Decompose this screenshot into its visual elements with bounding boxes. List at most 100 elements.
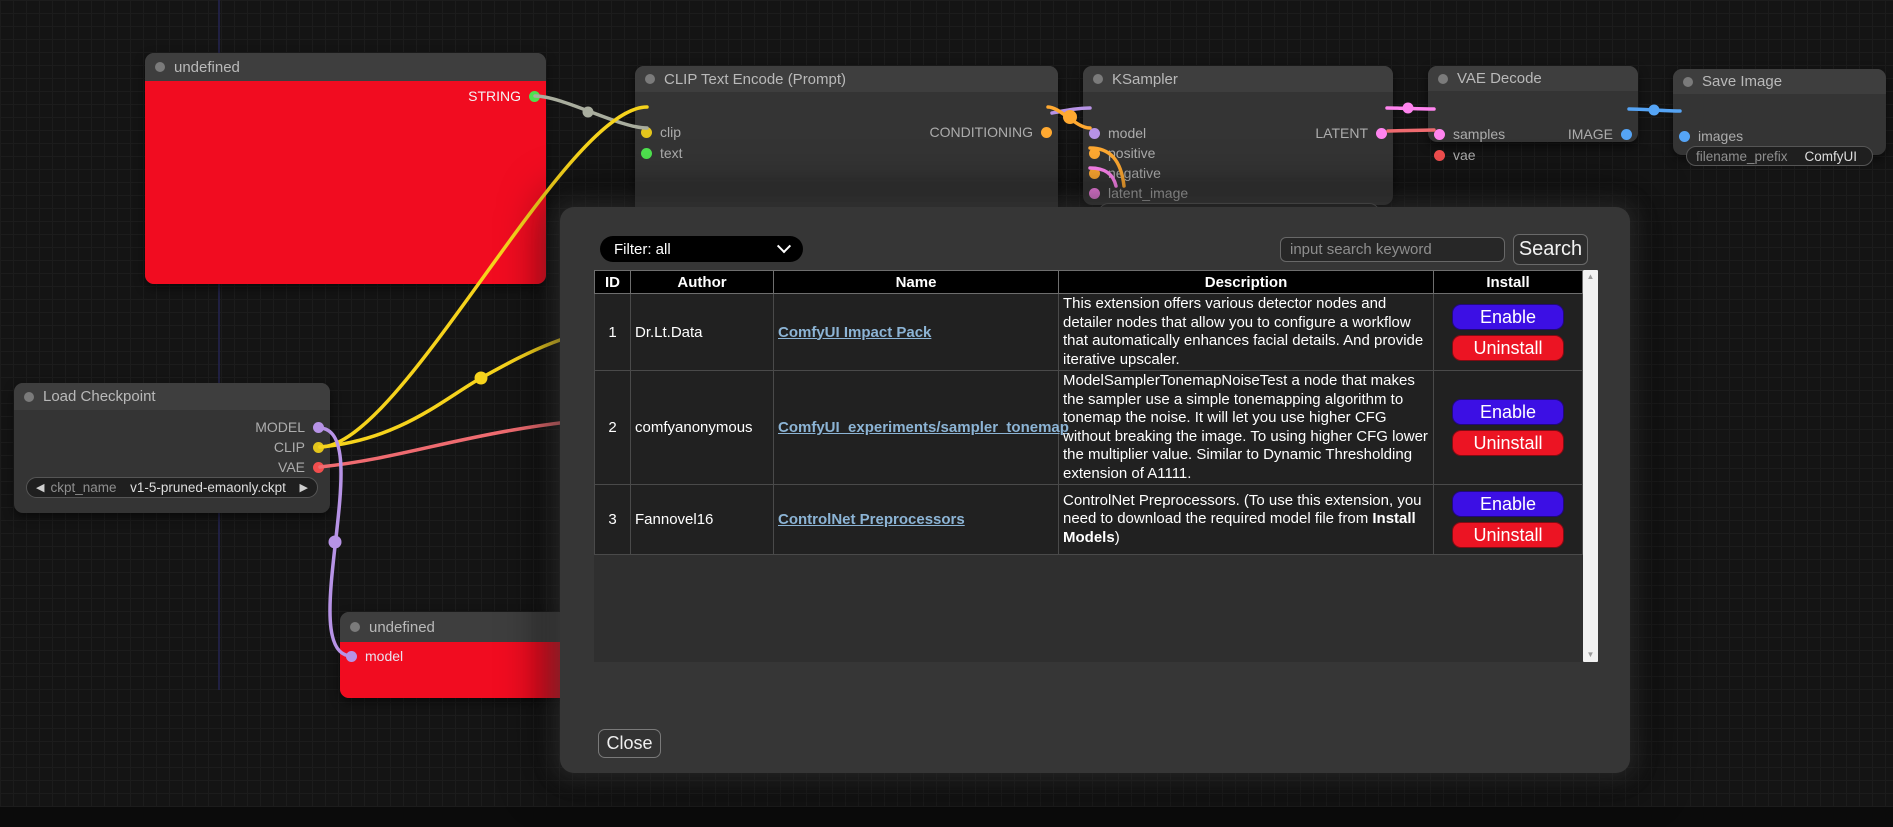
input-slot-vae[interactable]: vae	[1434, 149, 1476, 161]
widget-increment-icon[interactable]: ▶	[300, 481, 308, 494]
ckpt-name-value: v1-5-pruned-emaonly.ckpt	[130, 480, 286, 495]
node-title-bar[interactable]: Load Checkpoint	[14, 383, 330, 410]
output-slot-conditioning[interactable]: CONDITIONING	[930, 126, 1052, 138]
input-slot-positive[interactable]: positive	[1089, 147, 1155, 159]
scrollbar-up-icon[interactable]: ▲	[1587, 270, 1595, 284]
input-dot-model[interactable]	[346, 651, 357, 662]
enable-button[interactable]: Enable	[1452, 304, 1564, 330]
node-undefined-bottom[interactable]: undefined model	[340, 612, 572, 698]
table-row: 3Fannovel16ControlNet PreprocessorsContr…	[595, 485, 1583, 555]
input-dot-latent-image[interactable]	[1089, 188, 1100, 199]
table-header-row: ID Author Name Description Install	[595, 271, 1583, 294]
input-slot-images[interactable]: images	[1679, 130, 1743, 142]
output-slot-image[interactable]: IMAGE	[1568, 128, 1632, 140]
scrollbar-down-icon[interactable]: ▼	[1587, 648, 1595, 662]
search-input[interactable]	[1280, 237, 1505, 262]
header-install: Install	[1434, 271, 1583, 294]
output-dot-clip[interactable]	[313, 442, 324, 453]
node-collapse-dot-icon[interactable]	[1093, 74, 1103, 84]
node-title-label: undefined	[369, 619, 435, 636]
close-button[interactable]: Close	[598, 729, 661, 758]
node-collapse-dot-icon[interactable]	[645, 74, 655, 84]
reroute-dot-clip[interactable]	[475, 372, 488, 385]
node-title-bar[interactable]: undefined	[340, 612, 572, 642]
widget-decrement-icon[interactable]: ◀	[36, 481, 44, 494]
input-slot-samples[interactable]: samples	[1434, 128, 1505, 140]
enable-button[interactable]: Enable	[1452, 491, 1564, 517]
extension-link[interactable]: ControlNet Preprocessors	[778, 511, 965, 528]
input-slot-negative[interactable]: negative	[1089, 167, 1161, 179]
filter-select[interactable]: Filter: all	[600, 236, 803, 262]
node-title-bar[interactable]: KSampler	[1083, 66, 1393, 92]
header-id: ID	[595, 271, 631, 294]
node-save-image[interactable]: Save Image images filename_prefix ComfyU…	[1673, 69, 1886, 155]
output-dot-image[interactable]	[1621, 129, 1632, 140]
node-title-label: KSampler	[1112, 71, 1178, 88]
input-dot-images[interactable]	[1679, 131, 1690, 142]
output-slot-model[interactable]: MODEL	[255, 421, 324, 433]
input-dot-samples[interactable]	[1434, 129, 1445, 140]
filename-prefix-widget[interactable]: filename_prefix ComfyUI	[1686, 146, 1873, 166]
input-dot-positive[interactable]	[1089, 148, 1100, 159]
node-collapse-dot-icon[interactable]	[24, 392, 34, 402]
node-ksampler[interactable]: KSampler model positive negative latent_…	[1083, 66, 1393, 205]
node-title-bar[interactable]: VAE Decode	[1428, 66, 1638, 91]
reroute-dot-model[interactable]	[329, 536, 342, 549]
input-dot-model[interactable]	[1089, 128, 1100, 139]
output-slot-clip[interactable]: CLIP	[274, 441, 324, 453]
node-title-bar[interactable]: undefined	[145, 53, 546, 81]
header-name: Name	[774, 271, 1059, 294]
input-dot-vae[interactable]	[1434, 150, 1445, 161]
output-dot-string[interactable]	[529, 91, 540, 102]
output-slot-vae[interactable]: VAE	[278, 461, 324, 473]
node-undefined-top[interactable]: undefined STRING	[145, 53, 546, 284]
node-title-label: Load Checkpoint	[43, 388, 156, 405]
reroute-dot-conditioning[interactable]	[1063, 110, 1077, 124]
node-title-bar[interactable]: Save Image	[1673, 69, 1886, 94]
cell-author: comfyanonymous	[631, 371, 774, 485]
reroute-dot-image[interactable]	[1649, 105, 1660, 116]
cell-name: ComfyUI_experiments/sampler_tonemap	[774, 371, 1059, 485]
node-title-label: CLIP Text Encode (Prompt)	[664, 71, 846, 88]
canvas-bottom-edge	[0, 807, 1893, 827]
output-dot-latent[interactable]	[1376, 128, 1387, 139]
output-dot-conditioning[interactable]	[1041, 127, 1052, 138]
input-dot-negative[interactable]	[1089, 168, 1100, 179]
wire-string	[535, 96, 647, 128]
node-collapse-dot-icon[interactable]	[1683, 77, 1693, 87]
node-collapse-dot-icon[interactable]	[350, 622, 360, 632]
scrollbar[interactable]: ▲ ▼	[1583, 270, 1598, 662]
reroute-dot-string[interactable]	[583, 107, 594, 118]
input-slot-clip[interactable]: clip	[641, 126, 681, 138]
reroute-dot-latent[interactable]	[1403, 103, 1414, 114]
uninstall-button[interactable]: Uninstall	[1452, 335, 1564, 361]
node-clip-text-encode[interactable]: CLIP Text Encode (Prompt) clip text COND…	[635, 66, 1058, 216]
ckpt-name-widget[interactable]: ◀ ckpt_name v1-5-pruned-emaonly.ckpt ▶	[26, 477, 318, 498]
node-vae-decode[interactable]: VAE Decode samples vae IMAGE	[1428, 66, 1638, 142]
enable-button[interactable]: Enable	[1452, 399, 1564, 425]
node-collapse-dot-icon[interactable]	[155, 62, 165, 72]
cell-install: Enable Uninstall	[1434, 371, 1583, 485]
input-slot-model[interactable]: model	[1089, 127, 1146, 139]
cell-install: Enable Uninstall	[1434, 485, 1583, 555]
node-title-bar[interactable]: CLIP Text Encode (Prompt)	[635, 66, 1058, 92]
input-dot-clip[interactable]	[641, 127, 652, 138]
cell-id: 1	[595, 294, 631, 371]
node-load-checkpoint[interactable]: Load Checkpoint MODEL CLIP VAE ◀ ckpt_na…	[14, 383, 330, 513]
output-dot-model[interactable]	[313, 422, 324, 433]
input-slot-model[interactable]: model	[346, 650, 403, 662]
search-button[interactable]: Search	[1513, 234, 1588, 265]
output-slot-latent[interactable]: LATENT	[1315, 127, 1387, 139]
input-dot-text[interactable]	[641, 148, 652, 159]
input-slot-text[interactable]: text	[641, 147, 683, 159]
output-slot-string[interactable]: STRING	[468, 90, 540, 102]
output-dot-vae[interactable]	[313, 462, 324, 473]
uninstall-button[interactable]: Uninstall	[1452, 522, 1564, 548]
extension-link[interactable]: ComfyUI Impact Pack	[778, 324, 931, 341]
filter-selected-label: Filter: all	[614, 241, 671, 258]
uninstall-button[interactable]: Uninstall	[1452, 430, 1564, 456]
extension-link[interactable]: ComfyUI_experiments/sampler_tonemap	[778, 419, 1069, 436]
input-slot-latent-image[interactable]: latent_image	[1089, 187, 1188, 199]
node-collapse-dot-icon[interactable]	[1438, 74, 1448, 84]
extensions-scroll-area: ID Author Name Description Install 1Dr.L…	[594, 270, 1598, 662]
